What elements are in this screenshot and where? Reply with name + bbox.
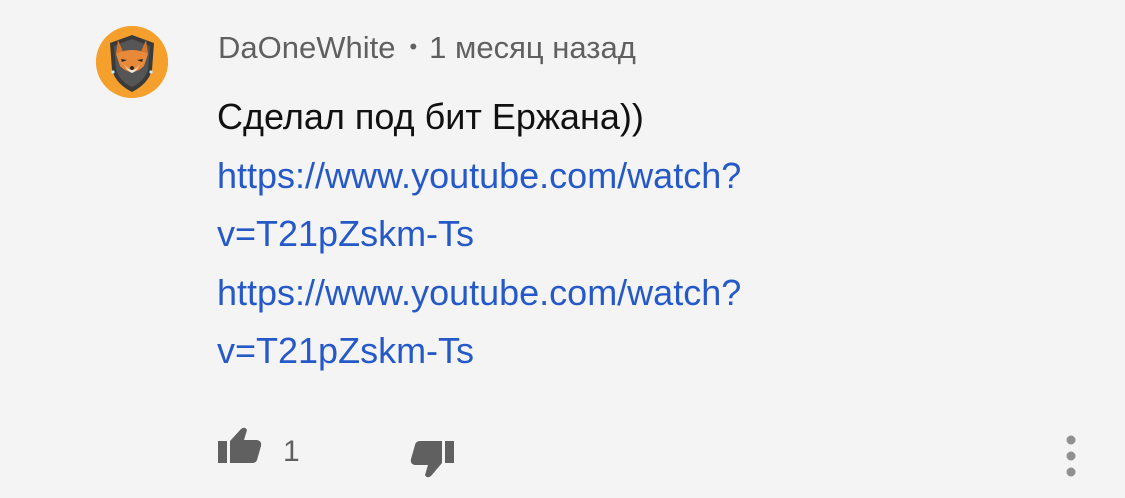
thumbs-down-icon — [410, 441, 454, 478]
comment-link-2-line-1[interactable]: https://www.youtube.com/watch? — [217, 264, 917, 323]
comment-link-1-line-2[interactable]: v=T21pZskm-Ts — [217, 205, 917, 264]
more-vertical-icon — [1066, 435, 1076, 477]
comment-meta: DaOneWhite • 1 месяц назад — [218, 28, 636, 68]
meta-separator: • — [409, 34, 418, 59]
comment-item: DaOneWhite • 1 месяц назад Сделал под бит … — [0, 0, 1125, 498]
comment-text-line: Сделал под бит Ержана)) — [217, 96, 644, 137]
comment-timestamp: 1 месяц назад — [429, 30, 636, 65]
thumbs-up-icon — [218, 427, 262, 463]
comment-body: Сделал под бит Ержана)) https://www.yout… — [217, 88, 917, 381]
comment-link-2-line-2[interactable]: v=T21pZskm-Ts — [217, 322, 917, 381]
more-options-button[interactable] — [1058, 432, 1084, 486]
like-button[interactable] — [214, 424, 266, 468]
comment-link-1-line-1[interactable]: https://www.youtube.com/watch? — [217, 147, 917, 206]
author-name[interactable]: DaOneWhite — [218, 30, 395, 65]
comment-actions: 1 — [0, 420, 1125, 490]
dislike-button[interactable] — [406, 438, 458, 482]
author-avatar[interactable] — [96, 26, 168, 98]
fox-shield-icon — [96, 26, 168, 98]
like-count: 1 — [283, 435, 300, 468]
